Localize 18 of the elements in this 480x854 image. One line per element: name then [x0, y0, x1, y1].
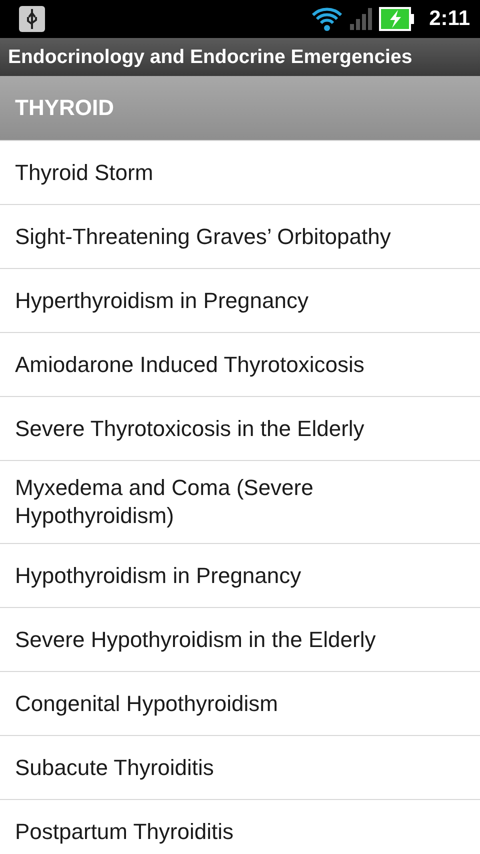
battery-icon	[379, 6, 416, 32]
window-title: Endocrinology and Endocrine Emergencies	[0, 38, 480, 76]
wifi-icon	[311, 6, 344, 32]
list-item[interactable]: Amiodarone Induced Thyrotoxicosis	[0, 332, 480, 396]
section-header: THYROID	[0, 76, 480, 140]
signal-icon	[349, 7, 374, 31]
list-item[interactable]: Postpartum Thyroiditis	[0, 799, 480, 854]
list-item[interactable]: Hypothyroidism in Pregnancy	[0, 543, 480, 607]
list-item[interactable]: Congenital Hypothyroidism	[0, 671, 480, 735]
clock-time: 2:11	[429, 7, 470, 31]
usb-icon	[18, 5, 46, 33]
list-item[interactable]: Subacute Thyroiditis	[0, 735, 480, 799]
list-item[interactable]: Severe Hypothyroidism in the Elderly	[0, 607, 480, 671]
list-item[interactable]: Hyperthyroidism in Pregnancy	[0, 268, 480, 332]
list-item[interactable]: Sight-Threatening Graves’ Orbitopathy	[0, 204, 480, 268]
list-item[interactable]: Thyroid Storm	[0, 140, 480, 204]
list-item[interactable]: Severe Thyrotoxicosis in the Elderly	[0, 396, 480, 460]
list-item[interactable]: Myxedema and Coma (Severe Hypothyroidism)	[0, 460, 480, 543]
